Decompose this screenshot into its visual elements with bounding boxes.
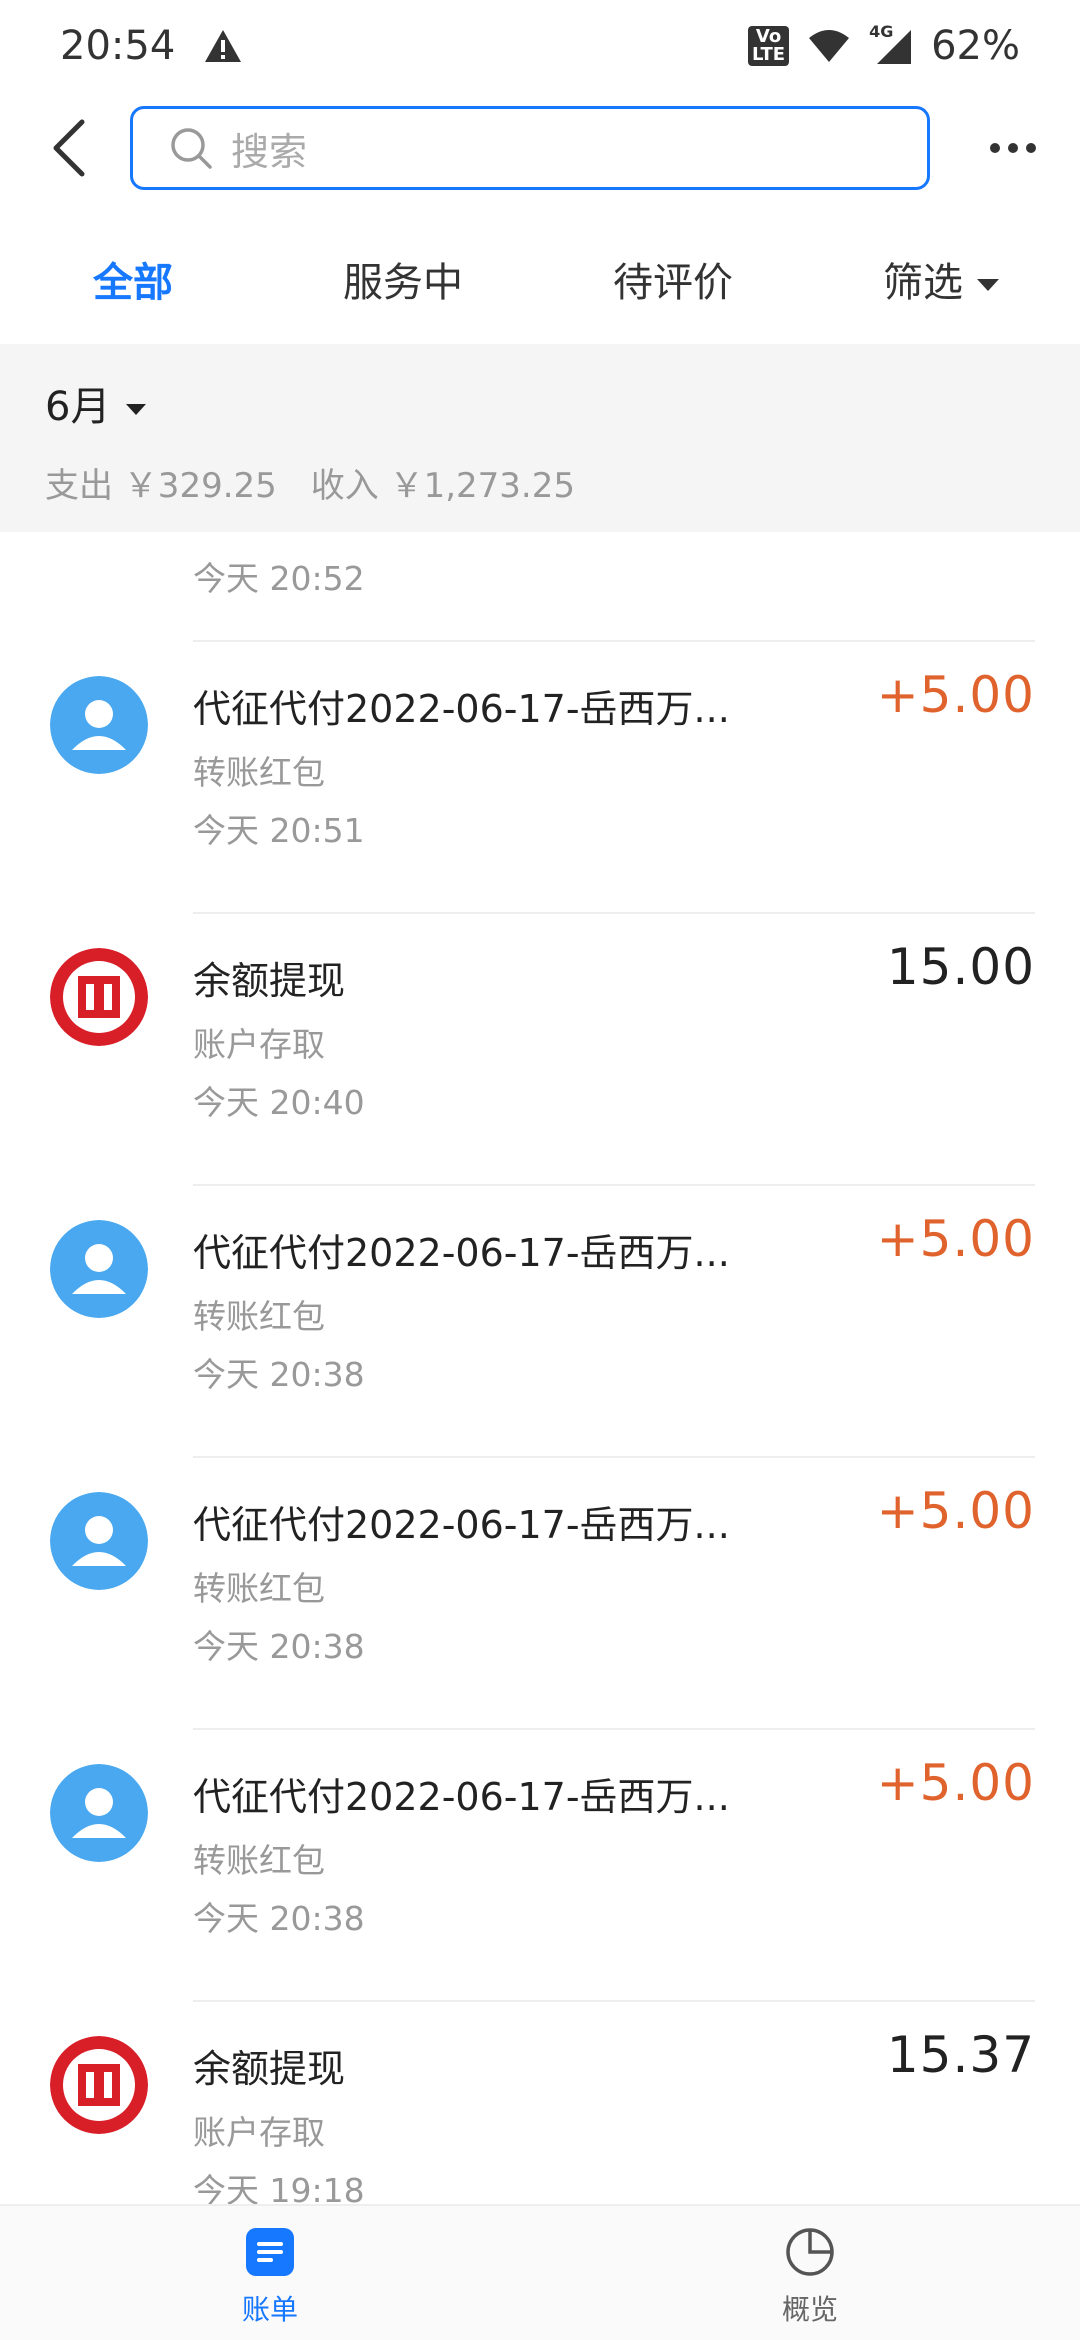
person-avatar-icon [50,1220,148,1318]
partial-row-time: 今天 20:52 [193,559,365,598]
top-app-bar: 搜索 [0,92,1080,204]
month-summary-header: 6月 支出 ￥329.25 收入 ￥1,273.25 [0,344,1080,532]
nav-bill[interactable]: 账单 [190,2226,350,2328]
status-time: 20:54 [60,23,176,69]
tab-all[interactable]: 全部 [93,250,173,308]
warning-icon [205,30,242,62]
chevron-left-icon [53,119,85,177]
transaction-row[interactable]: 余额提现 账户存取 今天 19:18 15.37 [0,2002,1080,2204]
nav-overview[interactable]: 概览 [730,2226,890,2328]
search-icon [171,128,212,169]
back-button[interactable] [40,114,100,182]
icbc-bank-icon [50,2036,148,2134]
transaction-amount: 15.37 [886,2026,1035,2084]
battery-level: 62% [931,23,1020,69]
income-total: 收入 ￥1,273.25 [310,466,575,506]
transaction-amount: +5.00 [876,1754,1035,1812]
tab-filter[interactable]: 筛选 [883,250,999,308]
more-dots-icon [990,143,1036,153]
transaction-amount: 15.00 [886,938,1035,996]
tab-pending-review[interactable]: 待评价 [613,250,733,308]
transaction-row[interactable]: 代征代付2022-06-17-岳西万... 转账红包 今天 20:51 +5.0… [0,642,1080,912]
volte-icon: Vo LTE [748,26,790,66]
month-totals: 支出 ￥329.25 收入 ￥1,273.25 [45,458,575,507]
wifi-icon [809,30,850,62]
transaction-row[interactable]: 代征代付2022-06-17-岳西万... 转账红包 今天 20:38 +5.0… [0,1458,1080,1728]
month-selector[interactable]: 6月 [45,374,147,432]
cell-signal-icon: 4G [869,22,913,66]
bill-icon [246,2228,294,2276]
icbc-bank-icon [50,948,148,1046]
transaction-row[interactable]: 代征代付2022-06-17-岳西万... 转账红包 今天 20:38 +5.0… [0,1730,1080,2000]
caret-down-icon [977,279,999,291]
transaction-amount: +5.00 [876,666,1035,724]
filter-tabs: 全部 服务中 待评价 筛选 [0,220,1080,340]
pie-chart-icon [786,2228,834,2276]
person-avatar-icon [50,676,148,774]
caret-down-icon [126,403,147,415]
transaction-row[interactable]: 代征代付2022-06-17-岳西万... 转账红包 今天 20:38 +5.0… [0,1186,1080,1456]
transaction-amount: +5.00 [876,1482,1035,1540]
search-input[interactable]: 搜索 [130,106,930,190]
person-avatar-icon [50,1764,148,1862]
person-avatar-icon [50,1492,148,1590]
transaction-amount: +5.00 [876,1210,1035,1268]
tab-in-service[interactable]: 服务中 [343,250,463,308]
expense-total: 支出 ￥329.25 [45,466,277,506]
transaction-row[interactable]: 余额提现 账户存取 今天 20:40 15.00 [0,914,1080,1184]
more-options-button[interactable] [985,128,1045,168]
transaction-list[interactable]: 今天 20:52 代征代付2022-06-17-岳西万... 转账红包 今天 2… [0,532,1080,2204]
bottom-navigation: 账单 概览 [0,2204,1080,2340]
status-bar: 20:54 Vo LTE 4G 62% [0,0,1080,92]
search-placeholder: 搜索 [231,129,308,174]
